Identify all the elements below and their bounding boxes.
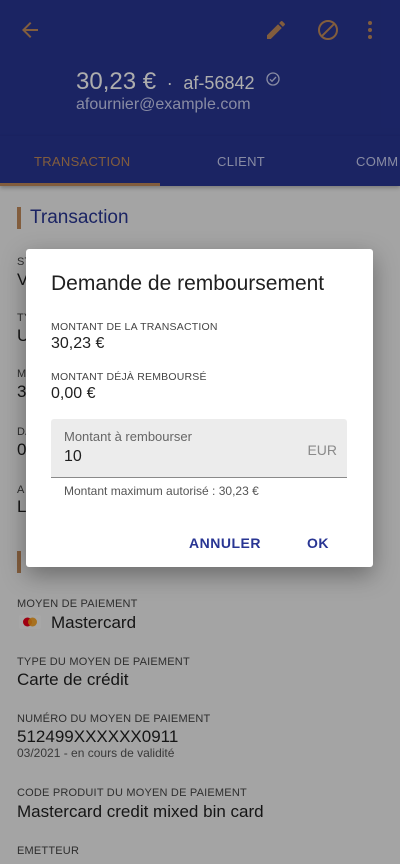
cancel-button[interactable]: ANNULER	[189, 535, 261, 551]
refund-dialog: Demande de remboursement MONTANT DE LA T…	[26, 249, 373, 567]
max-amount-helper: Montant maximum autorisé : 30,23 €	[64, 484, 259, 498]
refunded-amount-label: MONTANT DÉJÀ REMBOURSÉ	[51, 371, 207, 383]
transaction-amount-value: 30,23 €	[51, 335, 105, 352]
refund-amount-field-label: Montant à rembourser	[64, 429, 192, 444]
refund-amount-input[interactable]	[64, 446, 284, 468]
refund-amount-field[interactable]: Montant à rembourser EUR	[51, 419, 347, 478]
transaction-amount-label: MONTANT DE LA TRANSACTION	[51, 321, 218, 333]
refunded-amount-value: 0,00 €	[51, 385, 96, 402]
ok-button[interactable]: OK	[307, 535, 329, 551]
currency-suffix: EUR	[307, 442, 337, 458]
dialog-title: Demande de remboursement	[51, 272, 325, 295]
